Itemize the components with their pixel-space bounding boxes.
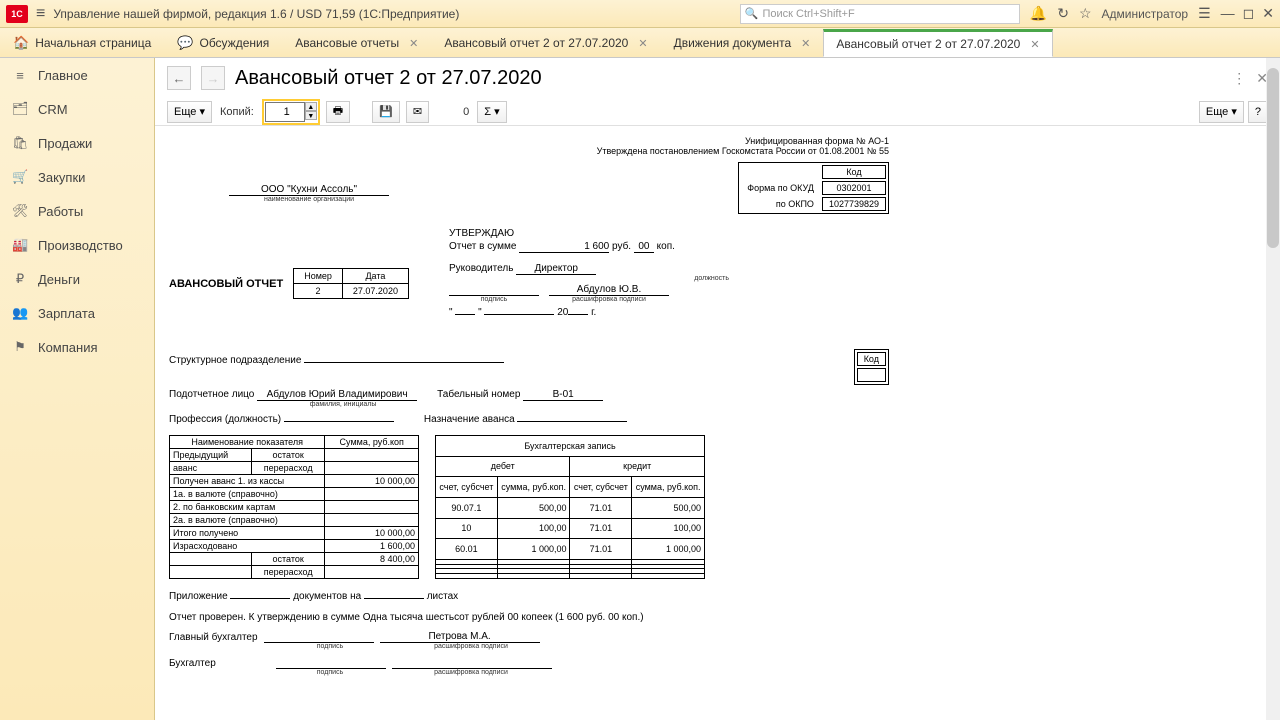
sales-icon: 🛍 — [12, 135, 28, 151]
close-icon[interactable]: ✕ — [409, 37, 418, 50]
tools-icon: 🛠 — [12, 203, 28, 219]
email-button[interactable]: ✉ — [406, 101, 429, 123]
document-area[interactable]: Унифицированная форма № АО-1 Утверждена … — [155, 126, 1280, 720]
save-button[interactable]: 💾 — [372, 101, 400, 123]
flag-icon: ⚑ — [12, 339, 28, 355]
accounting-table: Бухгалтерская записьдебеткредитсчет, суб… — [435, 435, 705, 579]
close-icon[interactable]: ✕ — [1030, 38, 1039, 51]
sidebar-item-main[interactable]: ≡Главное — [0, 58, 154, 92]
spin-down-icon[interactable]: ▼ — [305, 111, 317, 120]
sidebar-item-money[interactable]: ₽Деньги — [0, 262, 154, 296]
sidebar-item-salary[interactable]: 👥Зарплата — [0, 296, 154, 330]
sidebar-item-works[interactable]: 🛠Работы — [0, 194, 154, 228]
doc-title: АВАНСОВЫЙ ОТЧЕТ — [169, 278, 283, 290]
close-window-icon[interactable]: ✕ — [1262, 5, 1274, 22]
page-title: Авансовый отчет 2 от 27.07.2020 — [235, 67, 542, 90]
more-button[interactable]: Еще ▾ — [167, 101, 212, 123]
org-name: ООО "Кухни Ассоль" — [229, 184, 389, 196]
tab-report-2a[interactable]: Авансовый отчет 2 от 27.07.2020✕ — [431, 29, 660, 57]
logo-1c: 1C — [6, 5, 28, 23]
scrollbar[interactable] — [1266, 58, 1280, 720]
scroll-thumb[interactable] — [1267, 68, 1279, 248]
user-name[interactable]: Администратор — [1102, 7, 1189, 21]
form-header-2: Утверждена постановлением Госкомстата Ро… — [169, 146, 889, 156]
code-table: Код Форма по ОКУД0302001 по ОКПО10277398… — [738, 162, 889, 214]
approve-label: УТВЕРЖДАЮ — [449, 228, 769, 239]
indicators-table: Наименование показателяСумма, руб.копПре… — [169, 435, 419, 579]
bell-icon[interactable]: 🔔 — [1030, 5, 1047, 22]
copies-input[interactable] — [265, 102, 305, 122]
sidebar-item-crm[interactable]: 🗂CRM — [0, 92, 154, 126]
titlebar: 1C ≡ Управление нашей фирмой, редакция 1… — [0, 0, 1280, 28]
history-icon[interactable]: ↻ — [1057, 5, 1069, 22]
sidebar: ≡Главное 🗂CRM 🛍Продажи 🛒Закупки 🛠Работы … — [0, 58, 155, 720]
content: ← → Авансовый отчет 2 от 27.07.2020 ⋮ ✕ … — [155, 58, 1280, 720]
form-header-1: Унифицированная форма № АО-1 — [169, 136, 889, 146]
home-icon: 🏠 — [13, 35, 29, 51]
copies-label: Копий: — [218, 106, 256, 118]
global-search[interactable]: 🔍 Поиск Ctrl+Shift+F — [740, 4, 1020, 24]
zero-label: 0 — [461, 106, 471, 118]
more-menu-icon[interactable]: ⋮ — [1232, 70, 1246, 87]
cart-icon: 🛒 — [12, 169, 28, 185]
help-button[interactable]: ? — [1248, 101, 1268, 123]
maximize-icon[interactable]: ◻ — [1243, 5, 1255, 22]
menu-icon: ≡ — [12, 68, 28, 83]
tab-report-2b[interactable]: Авансовый отчет 2 от 27.07.2020✕ — [823, 29, 1052, 57]
sidebar-item-purchases[interactable]: 🛒Закупки — [0, 160, 154, 194]
tab-discussions[interactable]: 💬Обсуждения — [164, 29, 282, 57]
settings-icon[interactable]: ☰ — [1198, 5, 1211, 22]
print-button[interactable]: 🖶 — [326, 101, 350, 123]
copies-spinner[interactable]: ▲▼ — [262, 99, 320, 125]
print-toolbar: Еще ▾ Копий: ▲▼ 🖶 💾 ✉ 0 Σ ▾ Еще ▾ ? — [155, 98, 1280, 126]
org-caption: наименование организации — [229, 196, 389, 203]
crm-icon: 🗂 — [12, 101, 28, 117]
people-icon: 👥 — [12, 305, 28, 321]
app-title: Управление нашей фирмой, редакция 1.6 / … — [53, 7, 459, 21]
sidebar-item-company[interactable]: ⚑Компания — [0, 330, 154, 364]
checked-text: Отчет проверен. К утверждению в сумме Од… — [169, 612, 889, 623]
menu-icon[interactable]: ≡ — [36, 5, 45, 23]
search-icon: 🔍 — [745, 7, 759, 20]
star-icon[interactable]: ☆ — [1079, 5, 1092, 22]
minimize-icon[interactable]: — — [1221, 5, 1235, 22]
close-icon[interactable]: ✕ — [638, 37, 647, 50]
sidebar-item-production[interactable]: 🏭Производство — [0, 228, 154, 262]
nav-forward[interactable]: → — [201, 66, 225, 90]
search-placeholder: Поиск Ctrl+Shift+F — [762, 8, 854, 20]
tabbar: 🏠Начальная страница 💬Обсуждения Авансовы… — [0, 28, 1280, 58]
spin-up-icon[interactable]: ▲ — [305, 102, 317, 111]
tab-movements[interactable]: Движения документа✕ — [661, 29, 824, 57]
chat-icon: 💬 — [177, 35, 193, 51]
sigma-button[interactable]: Σ ▾ — [477, 101, 506, 123]
money-icon: ₽ — [12, 271, 28, 287]
tab-home[interactable]: 🏠Начальная страница — [0, 29, 164, 57]
tab-reports[interactable]: Авансовые отчеты✕ — [282, 29, 431, 57]
sidebar-item-sales[interactable]: 🛍Продажи — [0, 126, 154, 160]
more-right-button[interactable]: Еще ▾ — [1199, 101, 1244, 123]
close-icon[interactable]: ✕ — [801, 37, 810, 50]
nav-back[interactable]: ← — [167, 66, 191, 90]
factory-icon: 🏭 — [12, 237, 28, 253]
